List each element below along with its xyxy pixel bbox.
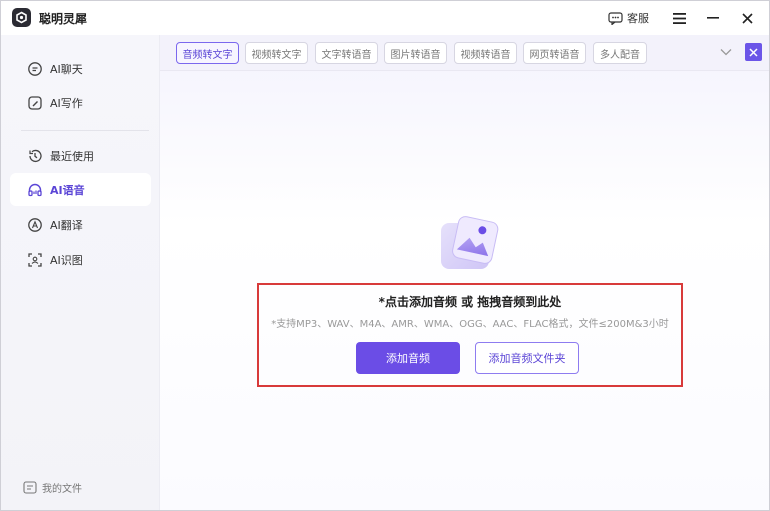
folder-icon xyxy=(23,481,37,494)
close-button[interactable] xyxy=(735,6,759,30)
title-bar: 聪明灵犀 客服 xyxy=(1,1,769,35)
collapse-panel-button[interactable] xyxy=(745,43,762,61)
main-panel: 音频转文字 视频转文字 文字转语音 图片转语音 视频转语音 网页转语音 多人配音 xyxy=(160,35,769,510)
my-files-label: 我的文件 xyxy=(42,484,82,495)
customer-service-label: 客服 xyxy=(627,12,649,25)
scan-icon xyxy=(26,251,44,269)
message-icon xyxy=(608,11,623,25)
sidebar-item-ai-translate[interactable]: AI翻译 xyxy=(10,208,151,241)
upload-format-hint: *支持MP3、WAV、M4A、AMR、WMA、OGG、AAC、FLAC格式，文件… xyxy=(271,319,669,330)
tab-video-to-speech[interactable]: 视频转语音 xyxy=(454,42,517,64)
more-tabs-chevron-icon[interactable] xyxy=(718,44,734,60)
customer-service-button[interactable]: 客服 xyxy=(608,10,649,26)
minimize-icon xyxy=(707,17,719,19)
sidebar-divider xyxy=(21,130,149,131)
image-upload-illustration-icon xyxy=(437,213,501,275)
tab-multi-voice-dubbing[interactable]: 多人配音 xyxy=(593,42,647,64)
sidebar-item-ai-chat[interactable]: AI聊天 xyxy=(10,52,151,85)
sidebar-item-label: AI聊天 xyxy=(50,62,83,76)
tab-text-to-speech[interactable]: 文字转语音 xyxy=(315,42,378,64)
chat-icon xyxy=(26,60,44,78)
tab-image-to-speech[interactable]: 图片转语音 xyxy=(384,42,447,64)
sidebar-item-recent[interactable]: 最近使用 xyxy=(10,139,151,172)
upload-drop-zone[interactable]: *点击添加音频 或 拖拽音频到此处 *支持MP3、WAV、M4A、AMR、WMA… xyxy=(257,283,683,387)
translate-icon xyxy=(26,216,44,234)
upload-title: *点击添加音频 或 拖拽音频到此处 xyxy=(378,295,562,309)
sidebar: AI聊天 AI写作 最近使用 AI语音 AI翻译 AI识图 我的文件 xyxy=(1,35,160,510)
sidebar-item-label: AI翻译 xyxy=(50,218,83,232)
tab-webpage-to-speech[interactable]: 网页转语音 xyxy=(523,42,586,64)
sidebar-item-ai-image-recognition[interactable]: AI识图 xyxy=(10,243,151,276)
sidebar-item-label: AI语音 xyxy=(50,183,85,197)
app-title: 聪明灵犀 xyxy=(39,12,88,26)
minimize-button[interactable] xyxy=(701,6,725,30)
app-logo-icon xyxy=(12,8,31,27)
tab-video-to-text[interactable]: 视频转文字 xyxy=(245,42,308,64)
my-files-link[interactable]: 我的文件 xyxy=(23,480,82,495)
pen-icon xyxy=(26,94,44,112)
sidebar-item-ai-voice[interactable]: AI语音 xyxy=(10,173,151,206)
sidebar-item-label: AI识图 xyxy=(50,253,83,267)
add-audio-folder-button[interactable]: 添加音频文件夹 xyxy=(475,342,579,374)
add-audio-button[interactable]: 添加音频 xyxy=(356,342,460,374)
tab-audio-to-text[interactable]: 音频转文字 xyxy=(176,42,239,64)
sidebar-item-label: AI写作 xyxy=(50,96,83,110)
menu-button[interactable] xyxy=(667,6,691,30)
headphones-icon xyxy=(26,181,44,199)
close-icon xyxy=(749,47,758,57)
close-icon xyxy=(741,12,753,24)
menu-icon xyxy=(672,12,686,24)
feature-tabs: 音频转文字 视频转文字 文字转语音 图片转语音 视频转语音 网页转语音 多人配音 xyxy=(160,35,769,71)
sidebar-item-ai-writing[interactable]: AI写作 xyxy=(10,86,151,119)
history-icon xyxy=(26,147,44,165)
sidebar-item-label: 最近使用 xyxy=(50,149,94,163)
